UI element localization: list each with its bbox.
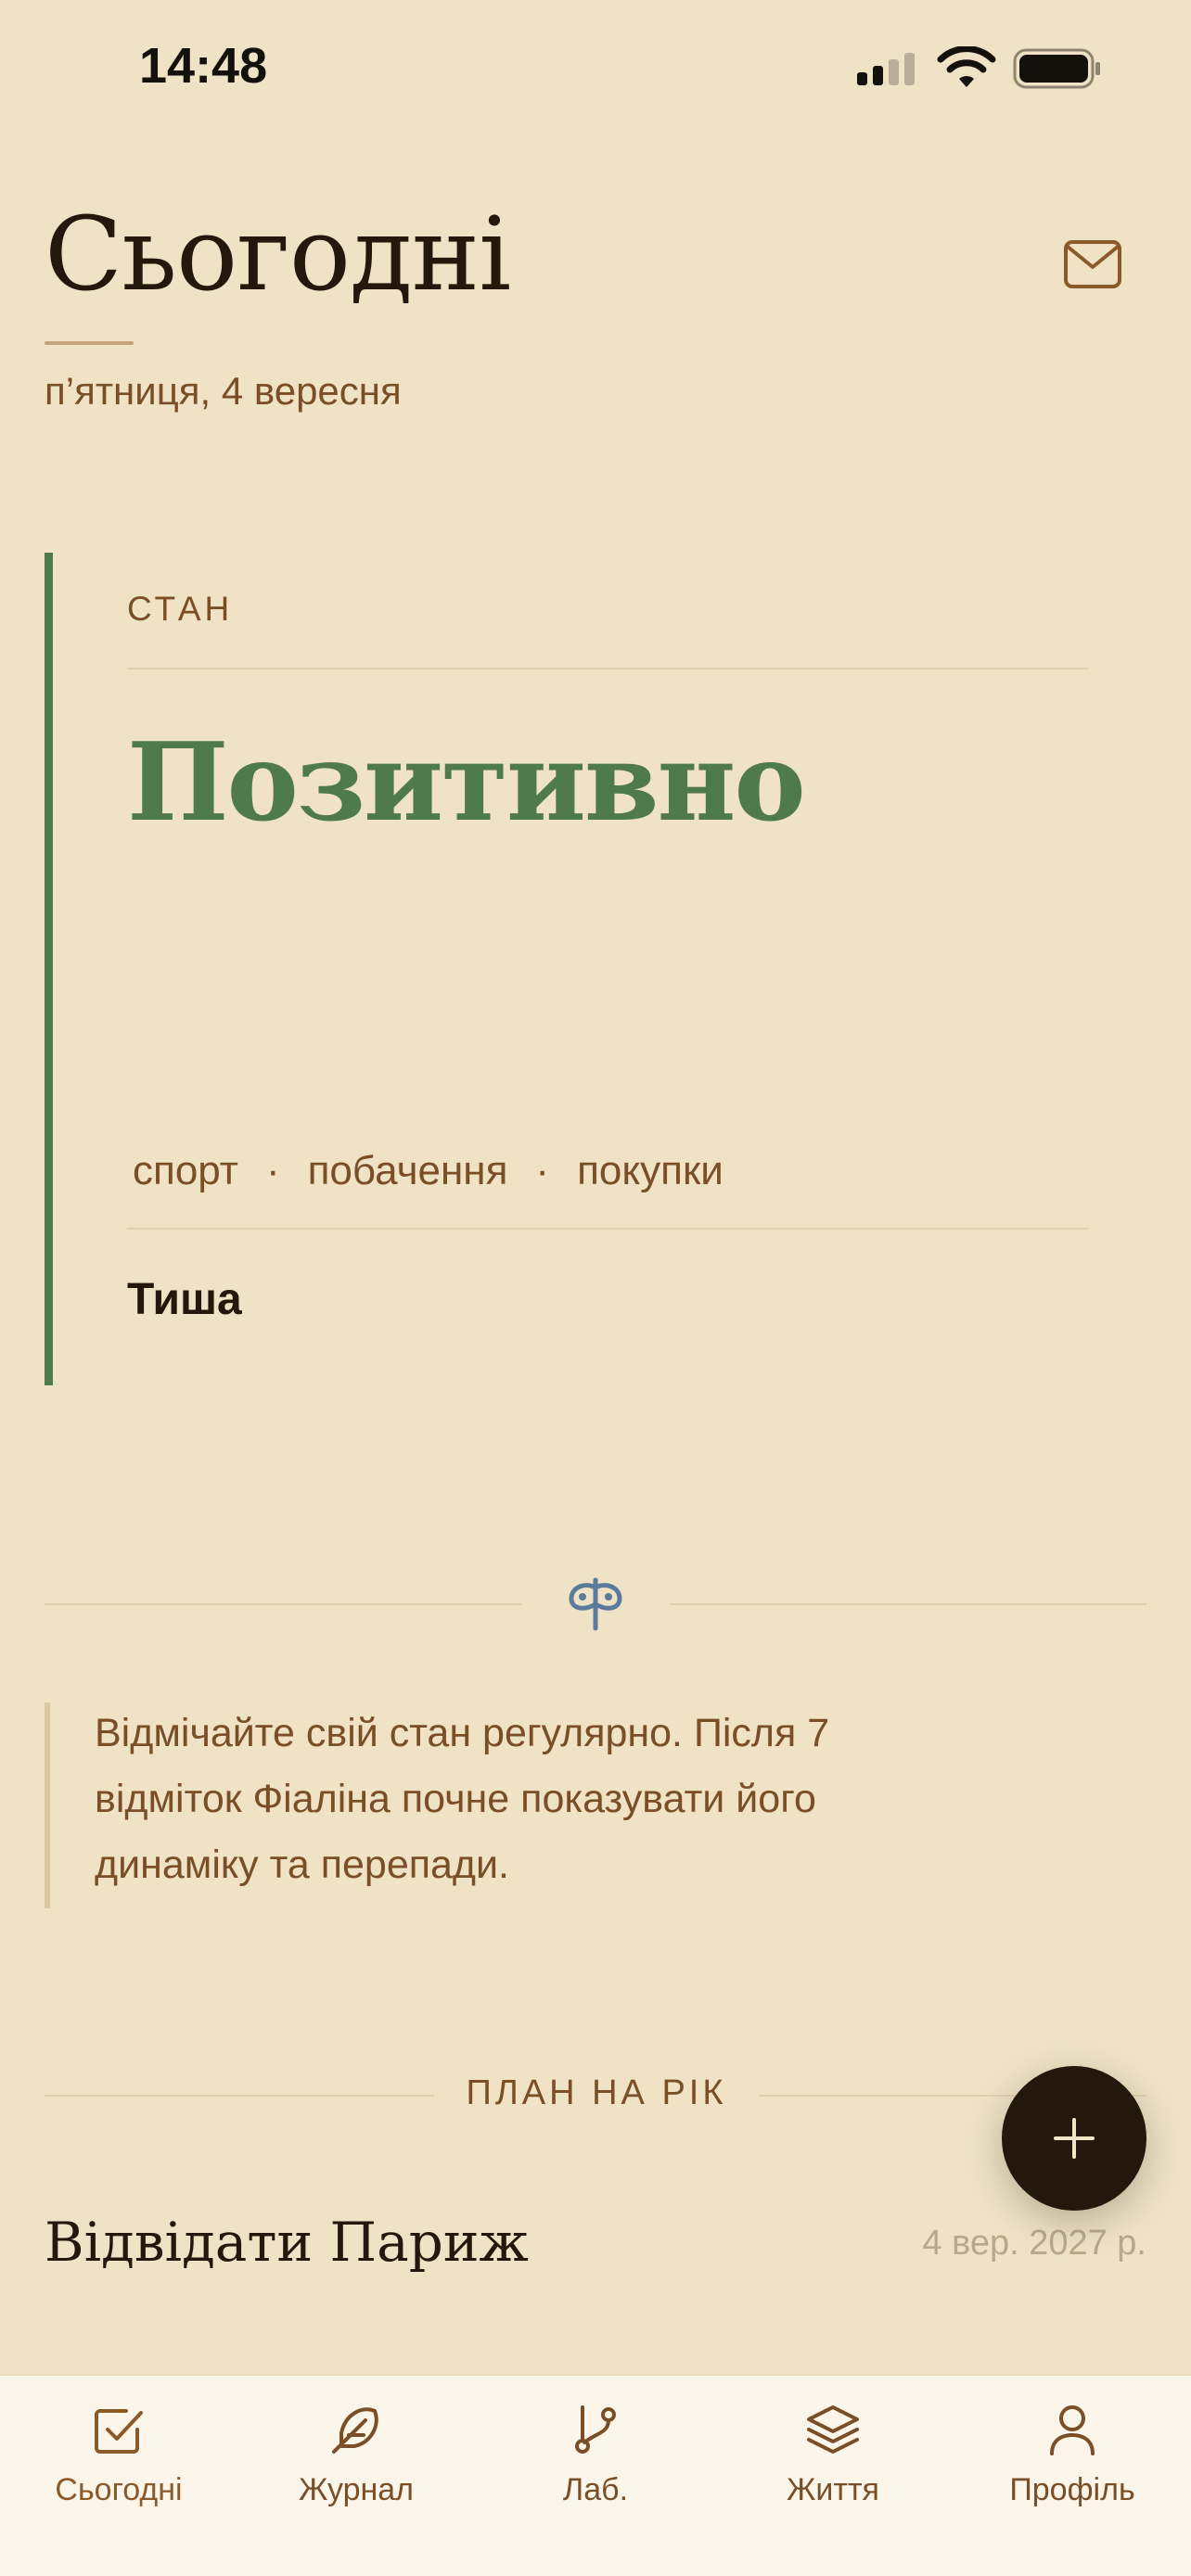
nav-item-lab[interactable]: Лаб. — [477, 2400, 714, 2520]
plan-item-date: 4 вер. 2027 р. — [922, 2224, 1146, 2263]
plan-divider-line — [45, 2095, 434, 2097]
nav-label: Журнал — [298, 2472, 415, 2507]
mood-divider — [127, 1228, 1088, 1230]
tip-line: динаміку та перепади. — [95, 1843, 509, 1887]
layers-icon — [803, 2400, 863, 2459]
tip-line: Відмічайте свій стан регулярно. Після 7 — [95, 1711, 830, 1755]
page-title: Сьогодні — [45, 195, 511, 313]
mood-value: Позитивно — [127, 720, 806, 846]
mood-tag: побачення — [307, 1148, 508, 1193]
mood-divider — [127, 668, 1088, 670]
user-icon — [1043, 2400, 1102, 2459]
tip-quote: Відмічайте свій стан регулярно. Після 7 … — [45, 1702, 1046, 1908]
nav-label: Лаб. — [562, 2472, 629, 2507]
feather-icon — [327, 2400, 386, 2459]
mood-note: Тиша — [127, 1275, 242, 1324]
tag-separator: · — [535, 1148, 550, 1193]
mail-icon — [1064, 240, 1121, 288]
nav-item-today[interactable]: Сьогодні — [0, 2400, 237, 2520]
mood-tag: спорт — [133, 1148, 238, 1193]
tip-line: відміток Фіаліна почне показувати його — [95, 1777, 816, 1821]
add-button[interactable] — [1002, 2066, 1146, 2211]
git-branch-icon — [566, 2400, 625, 2459]
check-square-icon — [89, 2400, 148, 2459]
mood-card[interactable]: СТАН Позитивно спорт · побачення · покуп… — [45, 553, 1088, 1385]
mail-button[interactable] — [1063, 239, 1122, 289]
nav-item-journal[interactable]: Журнал — [237, 2400, 475, 2520]
plan-item[interactable]: Відвідати Париж 4 вер. 2027 р. — [45, 2207, 1146, 2290]
nav-item-profile[interactable]: Профіль — [954, 2400, 1191, 2520]
title-underline — [45, 341, 134, 345]
mood-section-label: СТАН — [127, 590, 234, 628]
mood-tags: спорт · побачення · покупки — [133, 1148, 724, 1194]
status-time: 14:48 — [139, 38, 268, 94]
year-plan-label: ПЛАН НА РІК — [466, 2073, 727, 2112]
page-date: п’ятниця, 4 вересня — [45, 369, 402, 413]
battery-icon — [1013, 48, 1100, 89]
wifi-icon — [937, 46, 996, 87]
cellular-signal-icon — [857, 53, 915, 85]
nav-label: Профіль — [1009, 2472, 1135, 2507]
status-bar: 14:48 — [0, 0, 1191, 139]
nav-label: Сьогодні — [55, 2472, 183, 2507]
ornament-icon — [569, 1577, 622, 1631]
bottom-nav: Сьогодні Журнал Лаб. Життя Профіль — [0, 2374, 1191, 2576]
ornament-divider-line — [670, 1603, 1146, 1605]
nav-label: Життя — [787, 2472, 879, 2507]
ornament-divider-line — [45, 1603, 521, 1605]
mood-tag: покупки — [577, 1148, 724, 1193]
plus-icon — [1054, 2118, 1095, 2159]
today-screen: 14:48 Сьогодні п’ятниця, 4 вересня СТАН — [0, 0, 1191, 2576]
tag-separator: · — [265, 1148, 280, 1193]
nav-item-life[interactable]: Життя — [714, 2400, 952, 2520]
plan-item-title: Відвідати Париж — [45, 2211, 529, 2274]
